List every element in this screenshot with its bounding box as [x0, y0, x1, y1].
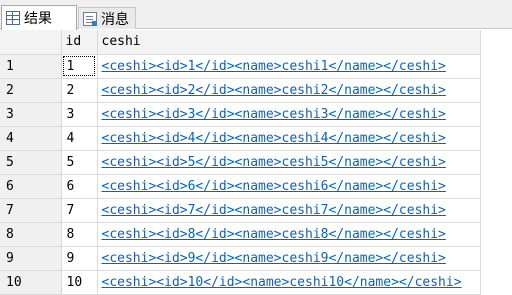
- row-number[interactable]: 1: [0, 54, 62, 79]
- cell-ceshi[interactable]: <ceshi><id>6</id><name>ceshi6</name></ce…: [97, 174, 481, 199]
- results-tab-bar: 结果 消息: [0, 0, 512, 30]
- table-row[interactable]: 9 9 <ceshi><id>9</id><name>ceshi9</name></…: [0, 246, 481, 271]
- xml-link[interactable]: <ceshi><id>1</id><name>ceshi1</name></ce…: [102, 59, 446, 74]
- table-row[interactable]: 3 3 <ceshi><id>3</id><name>ceshi3</name></…: [0, 102, 481, 127]
- cell-id[interactable]: 4: [61, 126, 98, 151]
- table-row[interactable]: 10 10 <ceshi><id>10</id><name>ceshi10</nam…: [0, 270, 481, 295]
- xml-link[interactable]: <ceshi><id>8</id><name>ceshi8</name></ce…: [102, 227, 446, 242]
- row-number[interactable]: 10: [0, 270, 62, 295]
- row-number[interactable]: 8: [0, 222, 62, 247]
- cell-id[interactable]: 3: [61, 102, 98, 127]
- cell-id[interactable]: 10: [61, 270, 98, 295]
- row-number[interactable]: 4: [0, 126, 62, 151]
- cell-id[interactable]: 9: [61, 246, 98, 271]
- xml-link[interactable]: <ceshi><id>10</id><name>ceshi10</name></…: [102, 275, 462, 290]
- row-number[interactable]: 6: [0, 174, 62, 199]
- cell-ceshi[interactable]: <ceshi><id>7</id><name>ceshi7</name></ce…: [97, 198, 481, 223]
- table-row[interactable]: 1 1 <ceshi><id>1</id><name>ceshi1</name></…: [0, 54, 481, 79]
- table-row[interactable]: 5 5 <ceshi><id>5</id><name>ceshi5</name></…: [0, 150, 481, 175]
- xml-link[interactable]: <ceshi><id>4</id><name>ceshi4</name></ce…: [102, 131, 446, 146]
- row-number[interactable]: 2: [0, 78, 62, 103]
- cell-ceshi[interactable]: <ceshi><id>8</id><name>ceshi8</name></ce…: [97, 222, 481, 247]
- table-row[interactable]: 8 8 <ceshi><id>8</id><name>ceshi8</name></…: [0, 222, 481, 247]
- cell-id[interactable]: 2: [61, 78, 98, 103]
- xml-link[interactable]: <ceshi><id>9</id><name>ceshi9</name></ce…: [102, 251, 446, 266]
- table-row[interactable]: 7 7 <ceshi><id>7</id><name>ceshi7</name></…: [0, 198, 481, 223]
- xml-link[interactable]: <ceshi><id>6</id><name>ceshi6</name></ce…: [102, 179, 446, 194]
- cell-ceshi[interactable]: <ceshi><id>4</id><name>ceshi4</name></ce…: [97, 126, 481, 151]
- cell-ceshi[interactable]: <ceshi><id>5</id><name>ceshi5</name></ce…: [97, 150, 481, 175]
- row-number[interactable]: 3: [0, 102, 62, 127]
- tab-results[interactable]: 结果: [1, 5, 77, 30]
- cell-ceshi[interactable]: <ceshi><id>9</id><name>ceshi9</name></ce…: [97, 246, 481, 271]
- cell-ceshi[interactable]: <ceshi><id>3</id><name>ceshi3</name></ce…: [97, 102, 481, 127]
- tab-messages[interactable]: 消息: [78, 7, 136, 29]
- cell-id[interactable]: 8: [61, 222, 98, 247]
- grid-empty-area: [481, 30, 512, 294]
- cell-id[interactable]: 1: [61, 54, 98, 79]
- row-number[interactable]: 9: [0, 246, 62, 271]
- column-header-ceshi[interactable]: ceshi: [97, 30, 481, 55]
- xml-link[interactable]: <ceshi><id>7</id><name>ceshi7</name></ce…: [102, 203, 446, 218]
- table-row[interactable]: 4 4 <ceshi><id>4</id><name>ceshi4</name></…: [0, 126, 481, 151]
- cell-id[interactable]: 6: [61, 174, 98, 199]
- xml-link[interactable]: <ceshi><id>2</id><name>ceshi2</name></ce…: [102, 83, 446, 98]
- cell-id[interactable]: 5: [61, 150, 98, 175]
- messages-icon: [83, 11, 97, 26]
- tab-results-label: 结果: [24, 11, 52, 27]
- tab-messages-label: 消息: [101, 11, 129, 28]
- xml-link[interactable]: <ceshi><id>3</id><name>ceshi3</name></ce…: [102, 107, 446, 122]
- grid-icon: [6, 11, 20, 25]
- row-number-header[interactable]: [0, 30, 62, 55]
- cell-ceshi[interactable]: <ceshi><id>10</id><name>ceshi10</name></…: [97, 270, 481, 295]
- row-number[interactable]: 7: [0, 198, 62, 223]
- grid-header-row: id ceshi: [0, 30, 481, 55]
- row-number[interactable]: 5: [0, 150, 62, 175]
- table-row[interactable]: 2 2 <ceshi><id>2</id><name>ceshi2</name></…: [0, 78, 481, 103]
- xml-link[interactable]: <ceshi><id>5</id><name>ceshi5</name></ce…: [102, 155, 446, 170]
- cell-ceshi[interactable]: <ceshi><id>1</id><name>ceshi1</name></ce…: [97, 54, 481, 79]
- table-row[interactable]: 6 6 <ceshi><id>6</id><name>ceshi6</name></…: [0, 174, 481, 199]
- cell-ceshi[interactable]: <ceshi><id>2</id><name>ceshi2</name></ce…: [97, 78, 481, 103]
- column-header-id[interactable]: id: [61, 30, 98, 55]
- cell-id[interactable]: 7: [61, 198, 98, 223]
- results-grid: id ceshi 1 1 <ceshi><id>1</id><name>ceshi1…: [0, 30, 512, 295]
